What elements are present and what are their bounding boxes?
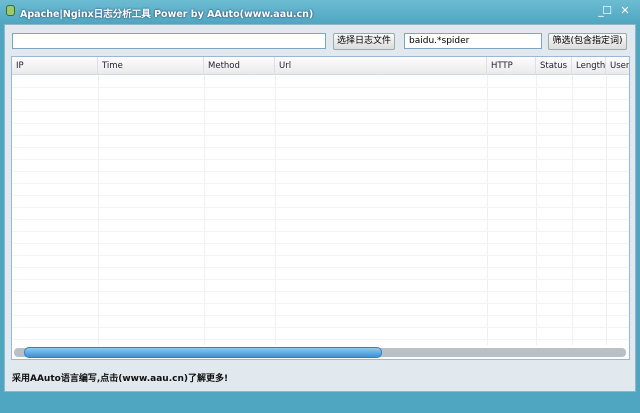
column-ip[interactable]: IP xyxy=(12,57,98,75)
filter-input[interactable] xyxy=(404,33,542,49)
grid-row-line xyxy=(12,171,629,172)
grid-row-line xyxy=(12,99,629,100)
horizontal-scrollbar[interactable] xyxy=(14,347,626,358)
column-status[interactable]: Status xyxy=(536,57,572,75)
grid-row-line xyxy=(12,111,629,112)
grid-column-line xyxy=(536,75,537,345)
grid-row-line xyxy=(12,87,629,88)
grid-row-line xyxy=(12,207,629,208)
grid-row-line xyxy=(12,279,629,280)
filter-button[interactable]: 筛选(包含指定词) xyxy=(548,33,627,50)
app-icon xyxy=(6,5,15,16)
grid-row-line xyxy=(12,339,629,340)
grid-column-line xyxy=(572,75,573,345)
footer-link-text[interactable]: 采用AAuto语言编写,点击(www.aau.cn)了解更多! xyxy=(12,371,228,384)
grid-row-line xyxy=(12,243,629,244)
maximize-button[interactable]: ☐ xyxy=(600,4,614,17)
choose-file-button[interactable]: 选择日志文件 xyxy=(333,33,395,50)
grid-row-line xyxy=(12,183,629,184)
column-user[interactable]: User xyxy=(606,57,629,75)
grid-row-line xyxy=(12,315,629,316)
grid-row-line xyxy=(12,327,629,328)
scrollbar-thumb[interactable] xyxy=(24,347,382,358)
grid-row-line xyxy=(12,195,629,196)
close-button[interactable]: ✕ xyxy=(618,4,632,17)
grid-row-line xyxy=(12,147,629,148)
file-path-input[interactable] xyxy=(12,33,326,49)
column-length[interactable]: Length xyxy=(572,57,606,75)
title-bar: Apache|Nginx日志分析工具 Power by AAuto(www.aa… xyxy=(0,0,640,24)
column-http[interactable]: HTTP xyxy=(487,57,536,75)
grid-column-line xyxy=(275,75,276,345)
grid-row-line xyxy=(12,303,629,304)
grid-row-line xyxy=(12,291,629,292)
grid-row-line xyxy=(12,255,629,256)
grid-row-line xyxy=(12,219,629,220)
column-url[interactable]: Url xyxy=(275,57,487,75)
grid-row-line xyxy=(12,123,629,124)
window-title: Apache|Nginx日志分析工具 Power by AAuto(www.aa… xyxy=(20,9,314,20)
grid-row-line xyxy=(12,159,629,160)
log-table[interactable]: IP Time Method Url HTTP Status Length Us… xyxy=(11,56,630,360)
table-header: IP Time Method Url HTTP Status Length Us… xyxy=(12,57,629,75)
grid-column-line xyxy=(98,75,99,345)
column-method[interactable]: Method xyxy=(204,57,275,75)
grid-row-line xyxy=(12,231,629,232)
grid-row-line xyxy=(12,267,629,268)
grid-column-line xyxy=(606,75,607,345)
grid-column-line xyxy=(204,75,205,345)
column-time[interactable]: Time xyxy=(98,57,204,75)
grid-column-line xyxy=(487,75,488,345)
grid-row-line xyxy=(12,135,629,136)
